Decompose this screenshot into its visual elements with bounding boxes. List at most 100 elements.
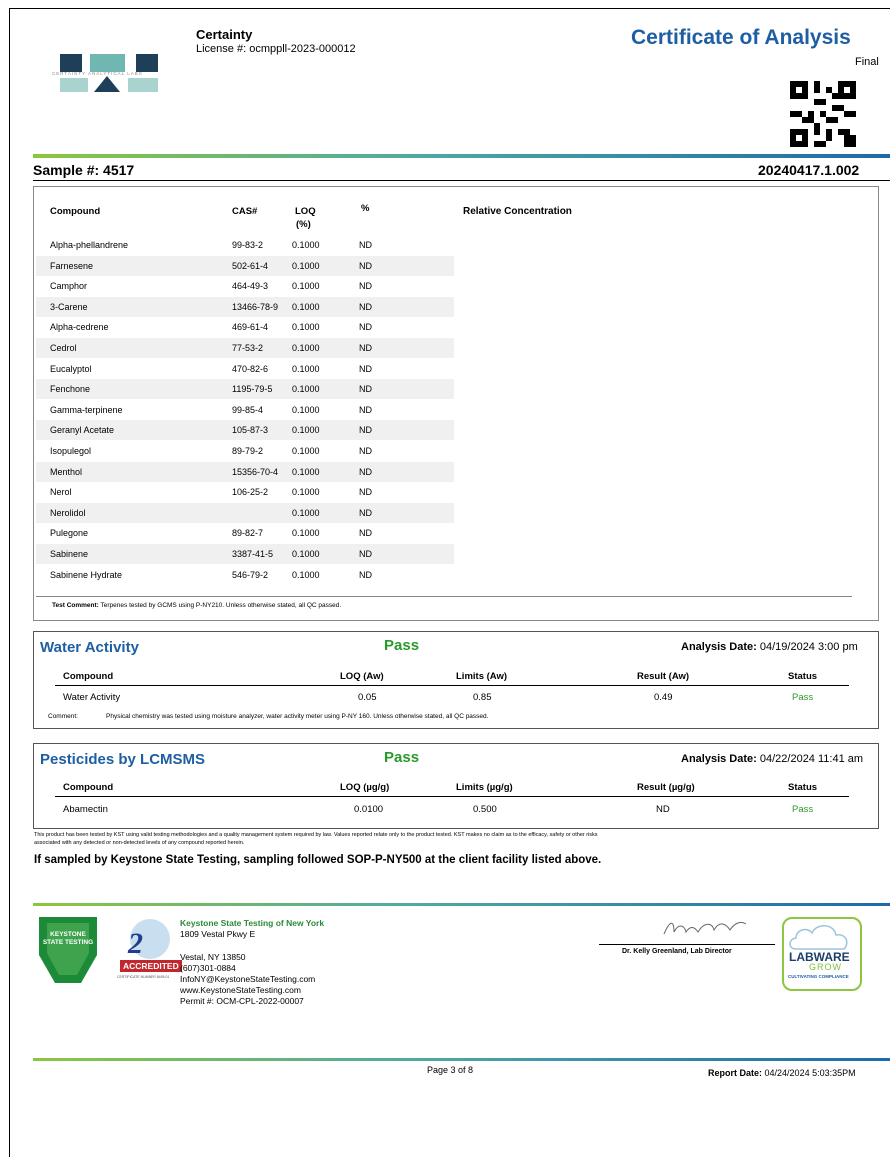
terpene-row: Alpha-cedrene 469-61-4 0.1000 ND <box>36 317 454 337</box>
terpene-loq: 0.1000 <box>292 487 320 498</box>
terpene-compound: Eucalyptol <box>50 363 92 374</box>
report-status: Final <box>855 56 879 68</box>
water-row-limit: 0.85 <box>473 692 492 703</box>
terpene-loq: 0.1000 <box>292 404 320 415</box>
terpene-compound: 3-Carene <box>50 301 88 312</box>
terpene-cas: 1195-79-5 <box>232 384 273 395</box>
terpene-compound: Alpha-cedrene <box>50 322 109 333</box>
terpene-row: Pulegone 89-82-7 0.1000 ND <box>36 523 454 543</box>
pesticides-result: Pass <box>384 749 420 766</box>
page-number: Page 3 of 8 <box>427 1065 474 1075</box>
terpene-compound: Alpha-phellandrene <box>50 240 129 250</box>
terpene-cas: 99-83-2 <box>232 240 264 250</box>
water-row-loq: 0.05 <box>358 692 377 703</box>
footer-website: www.KeystoneStateTesting.com <box>180 985 301 995</box>
a2la-accredited: ACCREDITED <box>120 960 182 972</box>
terpene-row: Nerol 106-25-2 0.1000 ND <box>36 482 454 502</box>
pest-col-result: Result (µg/g) <box>637 782 695 793</box>
pesticides-title: Pesticides by LCMSMS <box>40 751 206 768</box>
terpene-compound: Isopulegol <box>50 446 92 456</box>
terpene-row: Nerolidol 0.1000 ND <box>36 502 454 523</box>
col-loq-unit: (%) <box>296 219 311 230</box>
terpene-pct: ND <box>359 260 372 271</box>
terpene-cas: 502-61-4 <box>232 260 269 271</box>
svg-text:2: 2 <box>127 927 143 960</box>
terpene-loq: 0.1000 <box>292 549 320 559</box>
terpene-compound: Geranyl Acetate <box>50 425 115 436</box>
terpene-cas: 546-79-2 <box>232 569 269 580</box>
water-date-label: Analysis Date: <box>681 641 757 653</box>
terpene-loq: 0.1000 <box>292 240 320 250</box>
terpene-loq: 0.1000 <box>292 260 320 271</box>
pest-row-compound: Abamectin <box>63 804 108 815</box>
water-comment-text: Physical chemistry was tested using mois… <box>106 713 489 720</box>
footer-address2: Vestal, NY 13850 <box>180 952 246 962</box>
terpene-loq: 0.1000 <box>292 528 320 539</box>
terpene-row: Cedrol 77-53-2 0.1000 ND <box>36 338 454 358</box>
terpene-cas: 13466-78-9 <box>232 301 279 312</box>
water-date: Analysis Date: 04/19/2024 3:00 pm <box>681 641 858 653</box>
qr-code-icon <box>790 81 856 147</box>
terpene-table-end <box>36 596 852 597</box>
disclaimer-line2: associated with any detected or non-dete… <box>34 840 245 846</box>
col-pct: % <box>361 203 370 214</box>
footer-divider-bottom <box>33 1058 890 1061</box>
terpene-compound: Sabinene <box>50 549 89 559</box>
terpene-cas: 99-85-4 <box>232 404 264 415</box>
a2la-certificate: CERTIFICATE NUMBER 6455.01 <box>117 975 170 979</box>
terpene-loq: 0.1000 <box>292 446 320 456</box>
labware-sub: GROW <box>809 962 842 972</box>
report-date-value: 04/24/2024 5:03:35PM <box>764 1068 856 1078</box>
terpene-pct: ND <box>359 281 372 292</box>
terpene-cas: 470-82-6 <box>232 363 269 374</box>
terpene-cas: 105-87-3 <box>232 425 269 436</box>
pesticides-date-label: Analysis Date: <box>681 753 757 765</box>
terpene-pct: ND <box>359 569 372 580</box>
terpene-loq: 0.1000 <box>292 301 320 312</box>
terpene-row: Gamma-terpinene 99-85-4 0.1000 ND <box>36 400 454 420</box>
terpene-loq: 0.1000 <box>292 569 320 580</box>
terpene-row: 3-Carene 13466-78-9 0.1000 ND <box>36 296 454 317</box>
water-col-loq: LOQ (Aw) <box>340 671 384 682</box>
terpene-compound: Menthol <box>50 466 83 477</box>
terpene-loq: 0.1000 <box>292 363 320 374</box>
terpene-pct: ND <box>359 322 372 333</box>
water-col-result: Result (Aw) <box>637 671 690 682</box>
terpene-pct: ND <box>359 240 372 250</box>
pest-col-compound: Compound <box>63 782 114 793</box>
terpene-pct: ND <box>359 363 372 374</box>
terpene-row: Menthol 15356-70-4 0.1000 ND <box>36 461 454 482</box>
terpene-cas: 464-49-3 <box>232 281 269 292</box>
director-signature <box>660 914 760 942</box>
terpene-pct: ND <box>359 549 372 559</box>
col-relative: Relative Concentration <box>463 206 572 217</box>
terpene-pct: ND <box>359 384 372 395</box>
pest-col-loq: LOQ (µg/g) <box>340 782 390 793</box>
lab-short-name: Certainty <box>196 27 253 42</box>
terpene-cas: 15356-70-4 <box>232 466 279 477</box>
col-loq: LOQ <box>295 206 316 217</box>
terpene-pct: ND <box>359 487 372 498</box>
logo-caption: CERTAINTY ANALYTICAL LABS <box>52 71 143 76</box>
sample-number: Sample #: 4517 <box>33 162 135 178</box>
a2la-logo: 2 <box>108 917 178 983</box>
terpene-cas: 3387-41-5 <box>232 549 274 559</box>
terpene-compound: Camphor <box>50 281 88 292</box>
terpene-cas: 89-79-2 <box>232 446 264 456</box>
terpene-row: Fenchone 1195-79-5 0.1000 ND <box>36 379 454 400</box>
terpene-row: Eucalyptol 470-82-6 0.1000 ND <box>36 359 454 379</box>
terpene-row: Isopulegol 89-79-2 0.1000 ND <box>36 441 454 461</box>
terpene-compound: Nerolidol <box>50 507 86 518</box>
terpene-row: Geranyl Acetate 105-87-3 0.1000 ND <box>36 420 454 441</box>
terpene-pct: ND <box>359 528 372 539</box>
water-col-limits: Limits (Aw) <box>456 671 508 682</box>
footer-address1: 1809 Vestal Pkwy E <box>180 929 256 939</box>
sample-id: 20240417.1.002 <box>758 162 860 178</box>
pest-col-status: Status <box>788 782 818 793</box>
water-header-line <box>55 685 849 686</box>
disclaimer-line1: This product has been tested by KST usin… <box>34 832 598 838</box>
terpene-loq: 0.1000 <box>292 384 320 395</box>
terpene-cas: 89-82-7 <box>232 528 264 539</box>
terpene-row: Sabinene 3387-41-5 0.1000 ND <box>36 544 454 564</box>
terpene-loq: 0.1000 <box>292 281 320 292</box>
